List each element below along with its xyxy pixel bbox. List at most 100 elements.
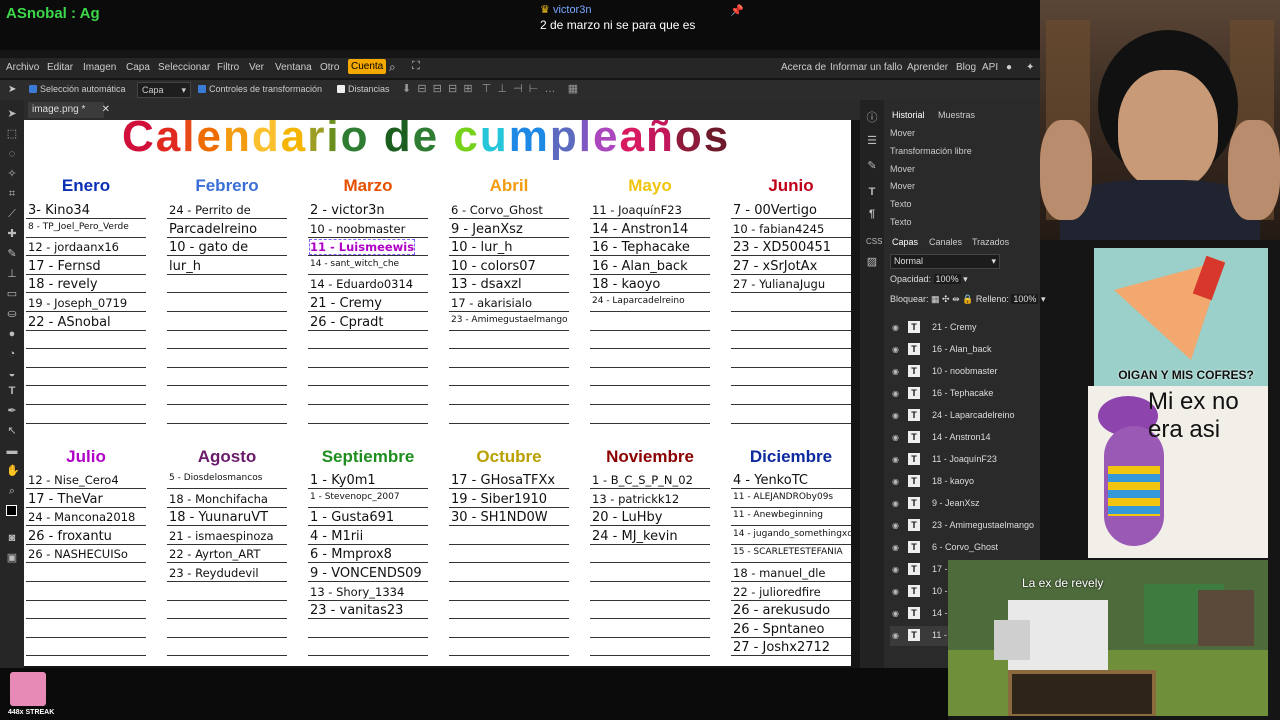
layer-row[interactable]: ◉ T 21 - Cremy (890, 318, 1058, 338)
auto-select-checkbox[interactable]: Selección automática (29, 84, 126, 94)
distances-checkbox[interactable]: Distancias (337, 84, 390, 94)
birthday-entry[interactable]: 17 - TheVar (28, 492, 103, 507)
birthday-entry[interactable]: 18 - manuel_dle (733, 566, 826, 580)
birthday-entry[interactable]: 6 - Mmprox8 (310, 547, 392, 562)
foreground-color-swatch[interactable] (6, 505, 17, 516)
birthday-entry[interactable]: 24 - MJ_kevin (592, 529, 678, 544)
birthday-entry[interactable]: 26 - Spntaneo (733, 622, 825, 637)
menu-informar[interactable]: Informar un fallo (830, 62, 902, 73)
eye-icon[interactable]: ◉ (892, 587, 899, 596)
birthday-entry[interactable]: 1 - Ky0m1 (310, 473, 376, 488)
eyedropper-tool-icon[interactable]: ⟋ (6, 208, 18, 220)
birthday-entry[interactable]: 9 - JeanXsz (451, 222, 523, 237)
birthday-entry[interactable]: 23 - XD500451 (733, 240, 831, 255)
birthday-entry[interactable]: 10 - noobmaster (310, 222, 405, 236)
info-icon[interactable]: ⓘ (866, 112, 878, 124)
fullscreen-icon[interactable]: ⛶ (412, 60, 420, 73)
eye-icon[interactable]: ◉ (892, 499, 899, 508)
layer-row[interactable]: ◉ T 14 - Anstron14 (890, 428, 1058, 448)
history-item[interactable]: Texto (890, 199, 912, 209)
menu-api[interactable]: API (982, 62, 998, 73)
layer-row[interactable]: ◉ T 11 - JoaquínF23 (890, 450, 1058, 470)
eye-icon[interactable]: ◉ (892, 543, 899, 552)
move-tool-icon[interactable]: ➤ (8, 84, 16, 95)
birthday-entry[interactable]: 27 - Joshx2712 (733, 640, 830, 655)
birthday-entry[interactable]: 9 - VONCENDS09 (310, 566, 422, 581)
lock-icons[interactable]: ▦ ✣ ⇹ 🔒 (931, 294, 973, 304)
paragraph-icon[interactable]: ¶ (866, 208, 878, 220)
layer-row[interactable]: ◉ T 16 - Alan_back (890, 340, 1058, 360)
tab-muestras[interactable]: Muestras (938, 110, 975, 120)
eye-icon[interactable]: ◉ (892, 433, 899, 442)
birthday-entry[interactable]: 11 - Luismeewis (308, 239, 416, 256)
character-icon[interactable]: T (866, 186, 878, 198)
birthday-entry[interactable]: 17 - akarisialo (451, 296, 532, 310)
birthday-entry[interactable]: 18 - revely (28, 277, 98, 292)
birthday-entry[interactable]: 24 - Mancona2018 (28, 510, 135, 524)
birthday-entry[interactable]: 1 - Gusta691 (310, 510, 394, 525)
birthday-entry[interactable]: 12 - Nise_Cero4 (28, 473, 119, 487)
birthday-entry[interactable]: 13 - dsaxzl (451, 277, 522, 292)
screen-mode-icon[interactable]: ▣ (6, 552, 18, 564)
marquee-tool-icon[interactable]: ⬚ (6, 128, 18, 140)
menu-ventana[interactable]: Ventana (275, 62, 312, 73)
wand-tool-icon[interactable]: ✧ (6, 168, 18, 180)
menu-acerca[interactable]: Acerca de (781, 62, 826, 73)
birthday-entry[interactable]: 11 - Anewbeginning (733, 510, 823, 520)
birthday-entry[interactable]: 1 - Stevenopc_2007 (310, 492, 400, 502)
image-icon[interactable]: ▨ (866, 256, 878, 268)
transform-controls-checkbox[interactable]: Controles de transformación (198, 84, 322, 94)
birthday-entry[interactable]: 26 - Cpradt (310, 315, 384, 330)
birthday-entry[interactable]: 22 - Ayrton_ART (169, 547, 260, 561)
birthday-entry[interactable]: 24 - Perrito de (169, 203, 251, 217)
eye-icon[interactable]: ◉ (892, 389, 899, 398)
birthday-entry[interactable]: 6 - Corvo_Ghost (451, 203, 543, 217)
menu-imagen[interactable]: Imagen (83, 62, 116, 73)
birthday-entry[interactable]: 19 - Siber1910 (451, 492, 547, 507)
history-item[interactable]: Mover (890, 181, 915, 191)
birthday-entry[interactable]: 22 - ASnobal (28, 315, 111, 330)
history-item[interactable]: Transformación libre (890, 146, 972, 156)
download-icon[interactable]: ⬇ ⊟ ⊟ ⊟ ⊞ ⊤ ⊥ ⊣ ⊢ … ▦ (402, 82, 578, 95)
birthday-entry[interactable]: 30 - SH1ND0W (451, 510, 548, 525)
birthday-entry[interactable]: 27 - YulianaJugu (733, 277, 825, 291)
layer-row[interactable]: ◉ T 9 - JeanXsz (890, 494, 1058, 514)
eye-icon[interactable]: ◉ (892, 411, 899, 420)
layer-row[interactable]: ◉ T 18 - kaoyo (890, 472, 1058, 492)
path-select-icon[interactable]: ↖ (6, 425, 18, 437)
birthday-entry[interactable]: 26 - froxantu (28, 529, 112, 544)
birthday-entry[interactable]: 2 - victor3n (310, 203, 385, 218)
eye-icon[interactable]: ◉ (892, 345, 899, 354)
hand-tool-icon[interactable]: ✋ (6, 465, 20, 477)
lasso-tool-icon[interactable]: ◌ (6, 148, 18, 160)
move-tool-icon[interactable]: ➤ (6, 108, 18, 120)
eye-icon[interactable]: ◉ (892, 609, 899, 618)
history-item[interactable]: Mover (890, 164, 915, 174)
heal-tool-icon[interactable]: ✚ (6, 228, 18, 240)
birthday-entry[interactable]: 21 - ismaespinoza (169, 529, 274, 543)
menu-filtro[interactable]: Filtro (217, 62, 239, 73)
layer-row[interactable]: ◉ T 23 - Amimegustaelmango (890, 516, 1058, 536)
layer-row[interactable]: ◉ T 16 - Tephacake (890, 384, 1058, 404)
birthday-entry[interactable]: 10 - colors07 (451, 259, 536, 274)
crop-tool-icon[interactable]: ⌗ (6, 188, 18, 200)
birthday-entry[interactable]: 14 - jugando_somethingxd (733, 529, 851, 539)
dodge-tool-icon[interactable]: ◔ (6, 348, 18, 360)
close-icon[interactable]: ✕ (102, 102, 110, 118)
eye-icon[interactable]: ◉ (892, 477, 899, 486)
birthday-entry[interactable]: 14 - Eduardo0314 (310, 277, 413, 291)
birthday-entry[interactable]: 10 - lur_h (451, 240, 512, 255)
birthday-entry[interactable]: 17 - Fernsd (28, 259, 101, 274)
birthday-entry[interactable]: 13 - patrickk12 (592, 492, 679, 506)
menu-cuenta[interactable]: Cuenta (348, 59, 387, 74)
brush-settings-icon[interactable]: ✎ (866, 160, 878, 172)
birthday-entry[interactable]: 17 - GHosaTFXx (451, 473, 555, 488)
birthday-entry[interactable]: 23 - vanitas23 (310, 603, 403, 618)
birthday-entry[interactable]: 10 - gato de (169, 240, 248, 255)
birthday-entry[interactable]: 26 - NASHECUISo (28, 547, 128, 561)
birthday-entry[interactable]: 13 - Shory_1334 (310, 585, 404, 599)
sponge-tool-icon[interactable]: ◒ (6, 368, 18, 380)
birthday-entry[interactable]: 24 - Laparcadelreino (592, 296, 685, 306)
menu-otro[interactable]: Otro (320, 62, 339, 73)
menu-ver[interactable]: Ver (249, 62, 264, 73)
